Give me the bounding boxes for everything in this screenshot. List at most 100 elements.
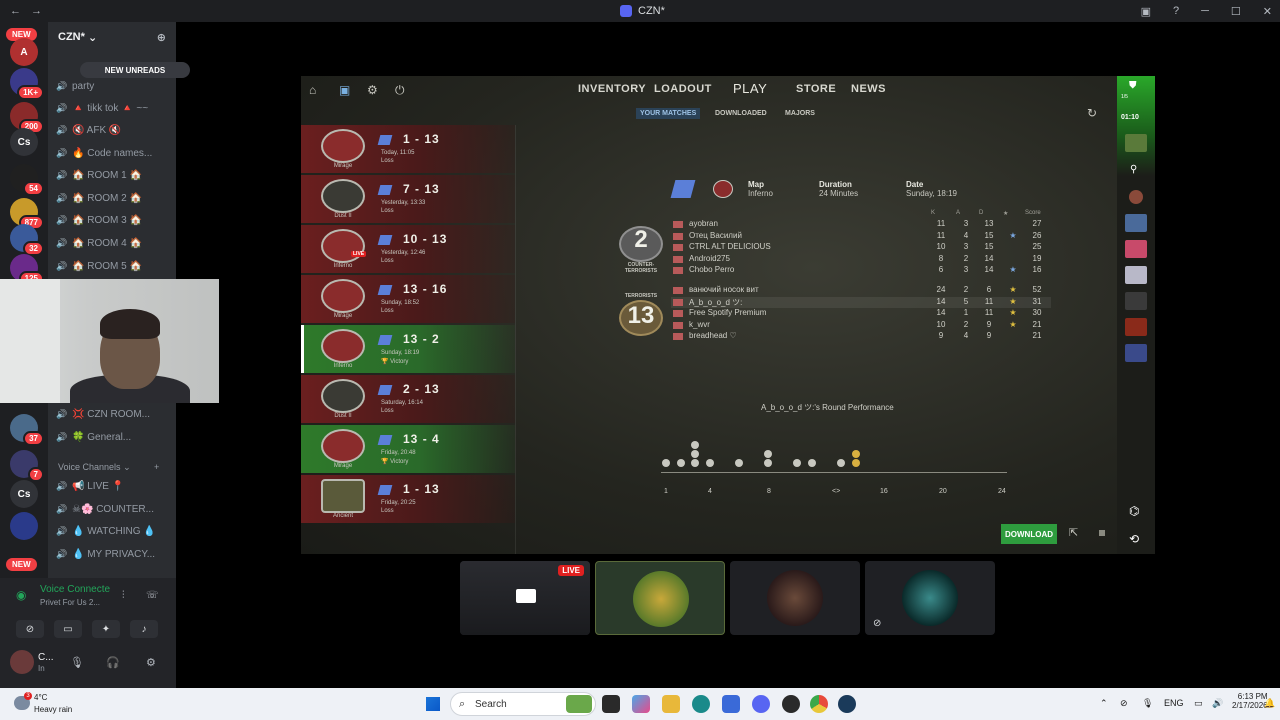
- voice-connected-label[interactable]: Voice Connecte: [40, 584, 110, 595]
- discord-icon[interactable]: [752, 695, 770, 713]
- channel-item[interactable]: 🔊 🏠 ROOM 1 🏠: [56, 165, 172, 185]
- match-row[interactable]: Mirage 13 - 4 Friday, 20:48 🏆 Victory: [301, 425, 515, 473]
- player-row[interactable]: Отец Василий 11 4 15 ★ 26: [671, 231, 1051, 242]
- channel-item[interactable]: 🔊 🍀 General...: [56, 427, 172, 447]
- nav-news[interactable]: NEWS: [851, 83, 886, 95]
- voice-channel-sub[interactable]: Privet For Us 2...: [40, 598, 100, 607]
- new-pill[interactable]: NEW: [6, 558, 37, 571]
- server-3[interactable]: 877: [10, 198, 44, 230]
- match-row[interactable]: Dust II 2 - 13 Saturday, 16:14 Loss: [301, 375, 515, 423]
- inbox-icon[interactable]: ▣: [1141, 5, 1151, 18]
- channel-item[interactable]: 🔊 🏠 ROOM 5 🏠: [56, 256, 172, 276]
- friend-avatar[interactable]: [1125, 318, 1147, 336]
- friend-avatar[interactable]: [1125, 214, 1147, 232]
- server-7[interactable]: 7: [10, 450, 44, 482]
- help-icon[interactable]: ?: [1173, 5, 1179, 17]
- monitor-icon[interactable]: ▭: [1194, 698, 1203, 709]
- stop-icon[interactable]: [1099, 530, 1105, 536]
- friend-avatar[interactable]: [1125, 344, 1147, 362]
- home-icon[interactable]: ⌂: [309, 84, 321, 96]
- channel-item[interactable]: 🔊 💢 CZN ROOM...: [56, 404, 172, 424]
- camera-off-icon[interactable]: ⊘: [16, 620, 44, 638]
- match-row[interactable]: Dust II 7 - 13 Yesterday, 13:33 Loss: [301, 175, 515, 223]
- chrome-icon[interactable]: [810, 695, 828, 713]
- avatar[interactable]: [10, 650, 34, 674]
- headphones-icon[interactable]: 🎧: [106, 656, 120, 669]
- player-row[interactable]: A_b_o_o_d ツ: 14 5 11 ★ 31: [671, 296, 1051, 308]
- participant-tile[interactable]: [595, 561, 725, 635]
- match-row[interactable]: LIVE Inferno 10 - 13 Yesterday, 12:46 Lo…: [301, 225, 515, 273]
- outlook-icon[interactable]: [722, 695, 740, 713]
- channel-item[interactable]: 🔊 🔇 AFK 🔇: [56, 120, 172, 140]
- history-icon[interactable]: ⟲: [1129, 532, 1139, 546]
- share-icon[interactable]: ⇱: [1069, 526, 1078, 539]
- player-row[interactable]: k_wvr 10 2 9 ★ 21: [671, 320, 1051, 331]
- add-channel-icon[interactable]: +: [154, 462, 159, 472]
- friend-avatar[interactable]: [1125, 266, 1147, 284]
- activities-icon[interactable]: ✦: [92, 620, 120, 638]
- channel-item[interactable]: 🔊 🔺 tikk tok 🔺 ~~: [56, 98, 172, 118]
- gear-icon[interactable]: ⚙: [146, 656, 156, 669]
- minimize-icon[interactable]: ─: [1201, 5, 1209, 17]
- network-off-icon[interactable]: ⊘: [1120, 698, 1128, 709]
- server-csgo[interactable]: 54: [10, 164, 44, 196]
- player-row[interactable]: ayobran 11 3 13 27: [671, 219, 1051, 230]
- language-indicator[interactable]: ENG: [1164, 698, 1184, 708]
- participant-tile[interactable]: [730, 561, 860, 635]
- maximize-icon[interactable]: ☐: [1231, 5, 1241, 18]
- server-6[interactable]: 37: [10, 414, 44, 446]
- voice-channel-item[interactable]: 🔊 📢 LIVE 📍: [56, 476, 172, 496]
- edge-icon[interactable]: [692, 695, 710, 713]
- guild-header[interactable]: CZN* ⌄ ⊕: [48, 22, 176, 52]
- friend-avatar[interactable]: [1129, 190, 1143, 204]
- friend-avatar[interactable]: [1125, 134, 1147, 152]
- channel-item[interactable]: 🔊 party: [56, 76, 172, 96]
- nav-inventory[interactable]: INVENTORY: [578, 83, 646, 95]
- notification-icon[interactable]: 🔔: [1264, 698, 1275, 709]
- add-member-icon[interactable]: ⊕: [157, 31, 166, 44]
- server-5[interactable]: 125: [10, 254, 44, 286]
- forward-arrow-icon[interactable]: →: [31, 5, 42, 17]
- player-row[interactable]: Chobo Perro 6 3 14 ★ 16: [671, 265, 1051, 276]
- server-8[interactable]: [10, 512, 38, 540]
- server-cs[interactable]: Cs: [10, 128, 38, 156]
- player-row[interactable]: ванючий носок вит 24 2 6 ★ 52: [671, 285, 1051, 296]
- voice-channel-item[interactable]: 🔊 💧 MY PRIVACY...: [56, 544, 172, 564]
- voice-channels-header[interactable]: Voice Channels ⌄ +: [58, 462, 159, 473]
- server-2[interactable]: 200: [10, 102, 44, 134]
- power-icon[interactable]: ⏻: [395, 84, 407, 96]
- steam-icon[interactable]: [838, 695, 856, 713]
- match-row[interactable]: Mirage 1 - 13 Today, 11:05 Loss: [301, 125, 515, 173]
- match-row-selected[interactable]: Inferno 13 - 2 Sunday, 18:19 🏆 Victory: [301, 325, 515, 373]
- channel-item[interactable]: 🔊 🏠 ROOM 2 🏠: [56, 188, 172, 208]
- chevron-up-icon[interactable]: ⌃: [1100, 698, 1108, 709]
- noise-suppression-icon[interactable]: ⫶: [122, 590, 125, 601]
- player-row[interactable]: breadhead ♡ 9 4 9 21: [671, 331, 1051, 342]
- gear-icon[interactable]: ⚙: [367, 84, 379, 96]
- task-view-icon[interactable]: [602, 695, 620, 713]
- windows-start-icon[interactable]: [426, 697, 440, 711]
- soundboard-icon[interactable]: ♪: [130, 620, 158, 638]
- channel-item[interactable]: 🔊 🏠 ROOM 4 🏠: [56, 233, 172, 253]
- broadcast-icon[interactable]: ⌬: [1129, 504, 1139, 518]
- match-row[interactable]: Mirage 13 - 16 Sunday, 18:52 Loss: [301, 275, 515, 323]
- tab-majors[interactable]: MAJORS: [781, 108, 819, 119]
- tab-downloaded[interactable]: DOWNLOADED: [711, 108, 771, 119]
- file-explorer-icon[interactable]: [662, 695, 680, 713]
- server-4[interactable]: 32: [10, 224, 44, 256]
- voice-channel-item[interactable]: 🔊 ☠🌸 COUNTER...: [56, 499, 172, 519]
- tab-your-matches[interactable]: YOUR MATCHES: [636, 108, 701, 119]
- friend-avatar[interactable]: [1125, 292, 1147, 310]
- server-a[interactable]: A: [10, 38, 38, 66]
- friend-avatar[interactable]: [1125, 240, 1147, 258]
- nav-loadout[interactable]: LOADOUT: [654, 83, 712, 95]
- server-1[interactable]: 1K+: [10, 68, 44, 100]
- system-clock[interactable]: 6:13 PM 2/17/2026: [1232, 692, 1268, 710]
- participant-tile[interactable]: ⊘: [865, 561, 995, 635]
- volume-icon[interactable]: 🔊: [1212, 698, 1223, 709]
- microphone-icon[interactable]: 🎙: [1142, 698, 1153, 709]
- nav-play[interactable]: PLAY: [733, 81, 767, 96]
- refresh-icon[interactable]: ↻: [1087, 106, 1097, 120]
- match-row[interactable]: Ancient 1 - 13 Friday, 20:25 Loss: [301, 475, 515, 523]
- party-icon[interactable]: ⛊: [1129, 80, 1137, 91]
